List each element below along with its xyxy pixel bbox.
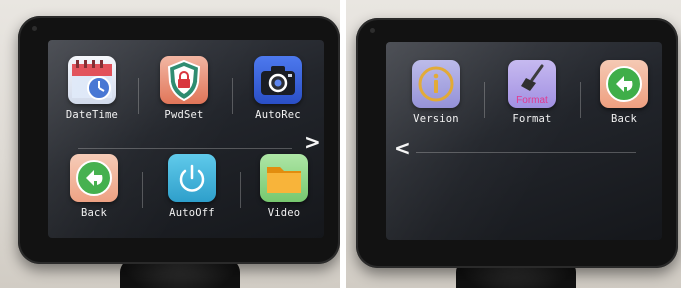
- menu-item-label: DateTime: [65, 109, 119, 121]
- photo-right: Version Format Format Back <: [346, 0, 681, 288]
- device-bezel: DateTime PwdSet AutoRec > Back AutoOff V…: [18, 16, 340, 264]
- separator: [138, 78, 139, 114]
- format-icon-text: Format: [516, 95, 548, 106]
- separator: [484, 82, 485, 118]
- menu-item-datetime[interactable]: DateTime: [60, 56, 124, 121]
- back-arrow-icon: [70, 154, 118, 202]
- calendar-clock-icon: [68, 56, 116, 104]
- front-camera-dot: [370, 28, 375, 33]
- settings-screen-page-2: Version Format Format Back <: [386, 42, 662, 240]
- menu-item-format[interactable]: Format Format: [500, 60, 564, 125]
- separator: [240, 172, 241, 208]
- separator: [580, 82, 581, 118]
- info-icon: [412, 60, 460, 108]
- menu-item-label: Format: [512, 113, 552, 125]
- menu-item-label: PwdSet: [164, 109, 204, 121]
- menu-item-pwdset[interactable]: PwdSet: [152, 56, 216, 121]
- menu-item-back[interactable]: Back: [592, 60, 656, 125]
- menu-item-label: Version: [413, 113, 459, 125]
- menu-item-label: Back: [80, 207, 108, 219]
- photo-left: DateTime PwdSet AutoRec > Back AutoOff V…: [0, 0, 340, 288]
- shield-lock-icon: [160, 56, 208, 104]
- row-divider: [78, 148, 292, 149]
- next-page-arrow[interactable]: >: [304, 132, 321, 152]
- broom-format-icon: Format: [508, 60, 556, 108]
- menu-item-autorec[interactable]: AutoRec: [246, 56, 310, 121]
- camera-icon: [254, 56, 302, 104]
- device-bezel: Version Format Format Back <: [356, 18, 678, 268]
- separator: [232, 78, 233, 114]
- separator: [142, 172, 143, 208]
- menu-item-label: AutoRec: [255, 109, 301, 121]
- front-camera-dot: [32, 26, 37, 31]
- menu-item-label: AutoOff: [169, 207, 215, 219]
- prev-page-arrow[interactable]: <: [394, 138, 411, 158]
- power-icon: [168, 154, 216, 202]
- settings-screen-page-1: DateTime PwdSet AutoRec > Back AutoOff V…: [48, 40, 324, 238]
- menu-item-back[interactable]: Back: [62, 154, 126, 219]
- menu-item-label: Video: [267, 207, 301, 219]
- menu-item-version[interactable]: Version: [404, 60, 468, 125]
- row-divider: [416, 152, 636, 153]
- folder-icon: [260, 154, 308, 202]
- menu-item-autooff[interactable]: AutoOff: [160, 154, 224, 219]
- back-arrow-icon: [600, 60, 648, 108]
- menu-item-label: Back: [610, 113, 638, 125]
- menu-item-video[interactable]: Video: [252, 154, 316, 219]
